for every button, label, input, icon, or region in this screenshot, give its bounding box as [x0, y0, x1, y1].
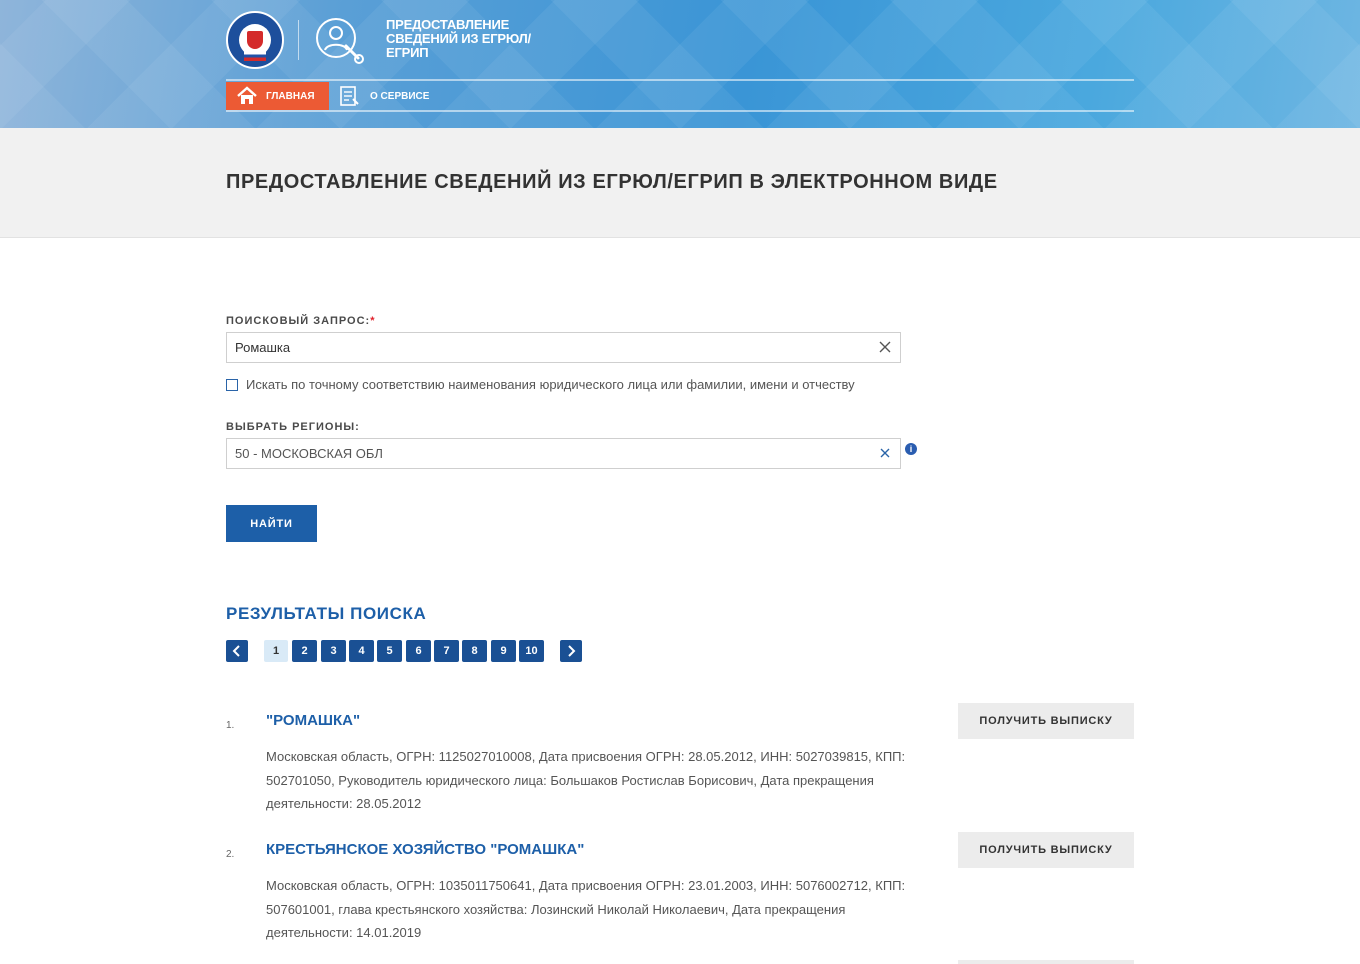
pagination-page-10[interactable]: 10 — [519, 640, 544, 662]
pagination-page-8[interactable]: 8 — [462, 640, 487, 662]
emblem-flag-icon — [244, 51, 266, 61]
nav-item-home-label: Главная — [266, 90, 315, 102]
site-header: Предоставление сведений из ЕГРЮЛ/ЕГРИП Г… — [0, 0, 1360, 128]
pagination-page-3[interactable]: 3 — [321, 640, 346, 662]
pagination-page-7[interactable]: 7 — [434, 640, 459, 662]
clear-region-icon[interactable] — [878, 446, 892, 460]
search-query-value: Ромашка — [235, 340, 291, 355]
results-title: РЕЗУЛЬТАТЫ ПОИСКА — [226, 604, 427, 623]
emblem-shield-icon — [247, 31, 263, 49]
find-button[interactable]: НАЙТИ — [226, 505, 317, 542]
home-icon — [237, 86, 257, 104]
result-description: Московская область, ОГРН: 1035011750641,… — [266, 878, 906, 940]
nav-item-home[interactable]: Главная — [226, 82, 329, 110]
document-icon — [340, 86, 359, 106]
clear-query-icon[interactable] — [878, 340, 892, 354]
pagination-page-4[interactable]: 4 — [349, 640, 374, 662]
nav-item-about[interactable]: О сервисе — [338, 82, 429, 110]
nav-divider-top — [226, 79, 1134, 81]
logo-divider — [298, 20, 299, 60]
nav-divider-bottom — [226, 110, 1134, 112]
pagination-page-9[interactable]: 9 — [491, 640, 516, 662]
service-person-wrench-icon — [316, 18, 364, 64]
chevron-left-icon — [232, 645, 240, 657]
get-extract-button[interactable]: ПОЛУЧИТЬ ВЫПИСКУ — [958, 832, 1134, 868]
pagination-page-5[interactable]: 5 — [377, 640, 402, 662]
required-mark: * — [370, 315, 376, 327]
region-select[interactable]: 50 - МОСКОВСКАЯ ОБЛ — [226, 438, 901, 469]
get-extract-button[interactable]: ПОЛУЧИТЬ ВЫПИСКУ — [958, 703, 1134, 739]
search-query-input[interactable]: Ромашка — [226, 332, 901, 363]
exact-match-label[interactable]: Искать по точному соответствию наименова… — [246, 377, 855, 392]
pagination-page-2[interactable]: 2 — [292, 640, 317, 662]
result-description: Московская область, ОГРН: 1125027010008,… — [266, 749, 906, 811]
query-label: ПОИСКОВЫЙ ЗАПРОС:* — [226, 315, 376, 327]
nav-item-about-label: О сервисе — [370, 90, 430, 102]
chevron-right-icon — [568, 645, 576, 657]
region-select-value: 50 - МОСКОВСКАЯ ОБЛ — [235, 446, 383, 461]
service-title: Предоставление сведений из ЕГРЮЛ/ЕГРИП — [386, 17, 531, 60]
exact-match-checkbox[interactable] — [226, 379, 238, 391]
result-name-link[interactable]: "РОМАШКА" — [266, 712, 360, 729]
fns-emblem-logo[interactable] — [226, 11, 284, 69]
region-label: ВЫБРАТЬ РЕГИОНЫ: — [226, 421, 360, 433]
query-label-text: ПОИСКОВЫЙ ЗАПРОС: — [226, 315, 371, 327]
result-number: 1. — [226, 720, 235, 731]
pagination-page-1[interactable]: 1 — [264, 640, 288, 662]
result-number: 2. — [226, 849, 235, 860]
get-extract-button-partial[interactable] — [958, 960, 1134, 964]
pagination-next-button[interactable] — [560, 640, 582, 662]
result-name-link[interactable]: КРЕСТЬЯНСКОЕ ХОЗЯЙСТВО "РОМАШКА" — [266, 841, 584, 858]
info-icon[interactable]: i — [905, 443, 917, 455]
page-title: ПРЕДОСТАВЛЕНИЕ СВЕДЕНИЙ ИЗ ЕГРЮЛ/ЕГРИП В… — [226, 171, 998, 193]
header-background-pattern — [0, 0, 1360, 128]
pagination-page-6[interactable]: 6 — [406, 640, 431, 662]
pagination-prev-button[interactable] — [226, 640, 248, 662]
